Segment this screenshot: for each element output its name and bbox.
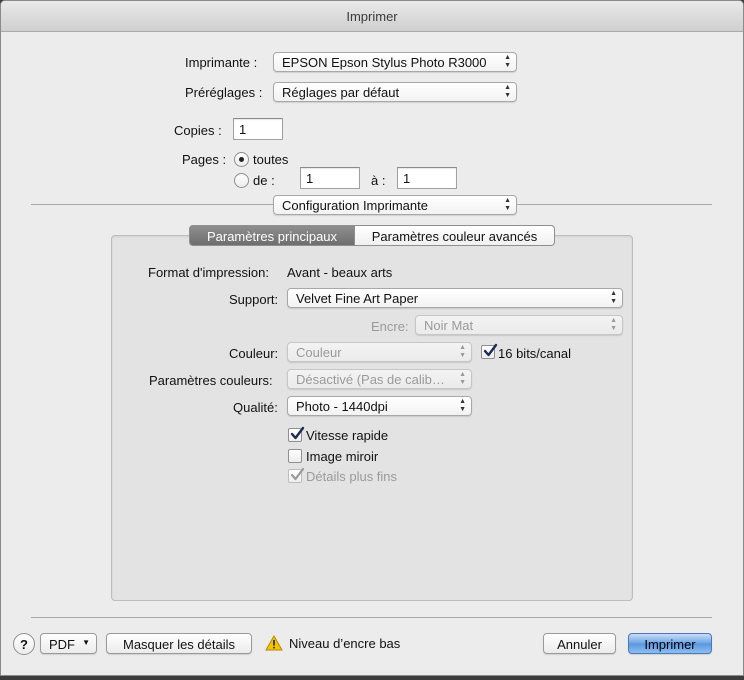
checkmark-icon — [483, 343, 498, 357]
title-bar[interactable]: Imprimer — [1, 1, 743, 32]
updown-arrows-icon: ▲ ▼ — [459, 398, 466, 413]
color-value: Couleur — [296, 345, 342, 360]
printer-popup[interactable]: EPSON Epson Stylus Photo R3000 ▲ ▼ — [273, 52, 517, 72]
print-dialog: Imprimer Imprimante : EPSON Epson Stylus… — [0, 0, 744, 676]
mirror-label: Image miroir — [306, 449, 379, 464]
triangle-down-icon: ▼ — [82, 638, 90, 647]
updown-arrows-icon: ▲ ▼ — [610, 317, 617, 332]
format-label: Format d'impression: — [148, 265, 269, 280]
quality-popup[interactable]: Photo - 1440dpi ▲ ▼ — [287, 396, 472, 416]
cancel-button[interactable]: Annuler — [543, 633, 616, 654]
color-popup[interactable]: Couleur ▲ ▼ — [287, 342, 472, 362]
pages-from-input[interactable]: 1 — [300, 167, 360, 189]
color-params-label: Paramètres couleurs: — [149, 373, 273, 388]
color-params-popup[interactable]: Désactivé (Pas de calib… ▲ ▼ — [287, 369, 472, 389]
updown-arrows-icon: ▲ ▼ — [504, 197, 511, 212]
quality-value: Photo - 1440dpi — [296, 399, 388, 414]
presets-popup[interactable]: Réglages par défaut ▲ ▼ — [273, 82, 517, 102]
fast-label: Vitesse rapide — [306, 428, 389, 443]
updown-arrows-icon: ▲ ▼ — [610, 290, 617, 305]
quality-label: Qualité: — [233, 400, 278, 415]
presets-label: Préréglages : — [185, 85, 263, 100]
pages-to-input[interactable]: 1 — [397, 167, 457, 189]
support-label: Support: — [229, 292, 279, 307]
updown-arrows-icon: ▲ ▼ — [504, 54, 511, 69]
copies-label: Copies : — [174, 123, 222, 138]
pages-all-radio[interactable] — [234, 152, 249, 167]
pdf-label: PDF — [49, 637, 75, 652]
pdf-menu-button[interactable]: PDF ▼ — [40, 633, 97, 654]
printer-label: Imprimante : — [185, 55, 258, 70]
fine-details-label: Détails plus fins — [306, 469, 398, 484]
ink-label: Encre: — [371, 319, 409, 334]
pages-range-radio[interactable] — [234, 173, 249, 188]
tab-main-settings-label: Paramètres principaux — [206, 229, 338, 244]
pages-range-label: de : — [253, 173, 275, 188]
warning-icon — [265, 635, 283, 651]
print-button[interactable]: Imprimer — [628, 633, 712, 654]
tab-main-settings[interactable]: Paramètres principaux — [189, 225, 355, 246]
format-value: Avant - beaux arts — [287, 265, 393, 280]
section-value: Configuration Imprimante — [282, 198, 428, 213]
tab-advanced-color-label: Paramètres couleur avancés — [371, 229, 538, 244]
help-button[interactable]: ? — [13, 633, 35, 655]
ink-value: Noir Mat — [424, 318, 474, 333]
tab-advanced-color[interactable]: Paramètres couleur avancés — [355, 225, 555, 246]
mirror-checkbox[interactable] — [288, 449, 302, 463]
updown-arrows-icon: ▲ ▼ — [459, 371, 466, 386]
ink-popup[interactable]: Noir Mat ▲ ▼ — [415, 315, 623, 335]
warning-text: Niveau d’encre bas — [289, 636, 401, 651]
fine-details-checkbox[interactable] — [288, 467, 305, 483]
support-value: Velvet Fine Art Paper — [296, 291, 419, 306]
support-popup[interactable]: Velvet Fine Art Paper ▲ ▼ — [287, 288, 623, 308]
checkmark-icon — [290, 467, 305, 481]
presets-value: Réglages par défaut — [282, 85, 400, 100]
bits-checkbox[interactable] — [481, 343, 498, 359]
pages-all-label: toutes — [253, 152, 289, 167]
bits-label: 16 bits/canal — [498, 346, 571, 361]
updown-arrows-icon: ▲ ▼ — [504, 84, 511, 99]
section-popup[interactable]: Configuration Imprimante ▲ ▼ — [273, 195, 517, 215]
color-label: Couleur: — [229, 346, 279, 361]
copies-input[interactable]: 1 — [233, 118, 283, 140]
pages-label: Pages : — [182, 152, 227, 167]
fast-checkbox[interactable] — [288, 426, 305, 442]
printer-value: EPSON Epson Stylus Photo R3000 — [282, 55, 487, 70]
pages-to-label: à : — [371, 173, 386, 188]
checkmark-icon — [290, 426, 305, 440]
color-params-value: Désactivé (Pas de calib… — [296, 372, 445, 387]
hide-details-button[interactable]: Masquer les détails — [106, 633, 252, 654]
updown-arrows-icon: ▲ ▼ — [459, 344, 466, 359]
window-title: Imprimer — [346, 9, 398, 24]
separator-bottom — [31, 617, 712, 618]
